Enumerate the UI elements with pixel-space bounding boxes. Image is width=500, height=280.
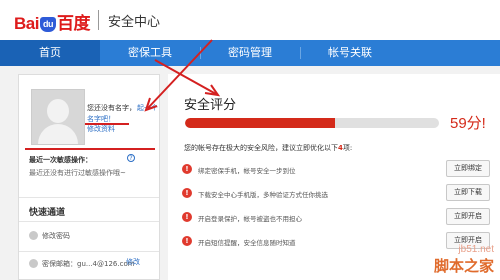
watermark-domain: jb51.net [458,244,494,255]
site-watermark: jb51.net 脚本之家 [434,244,494,276]
annotation-arrows [144,39,221,112]
watermark-name: 脚本之家 [433,257,494,275]
arrow-to-name-link [144,39,213,112]
